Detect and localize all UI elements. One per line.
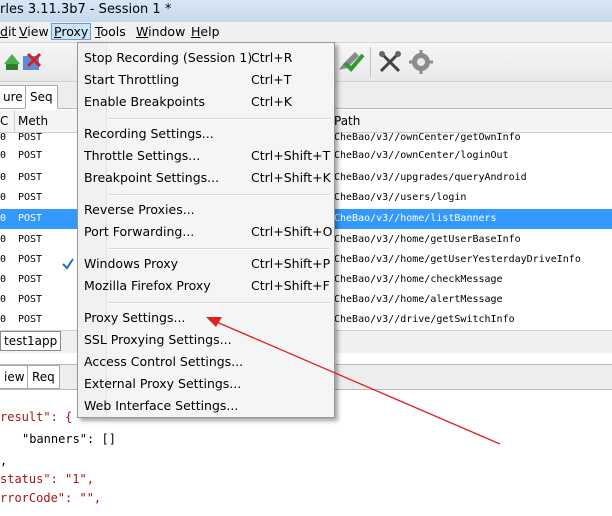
- annotation-arrow: [206, 317, 501, 445]
